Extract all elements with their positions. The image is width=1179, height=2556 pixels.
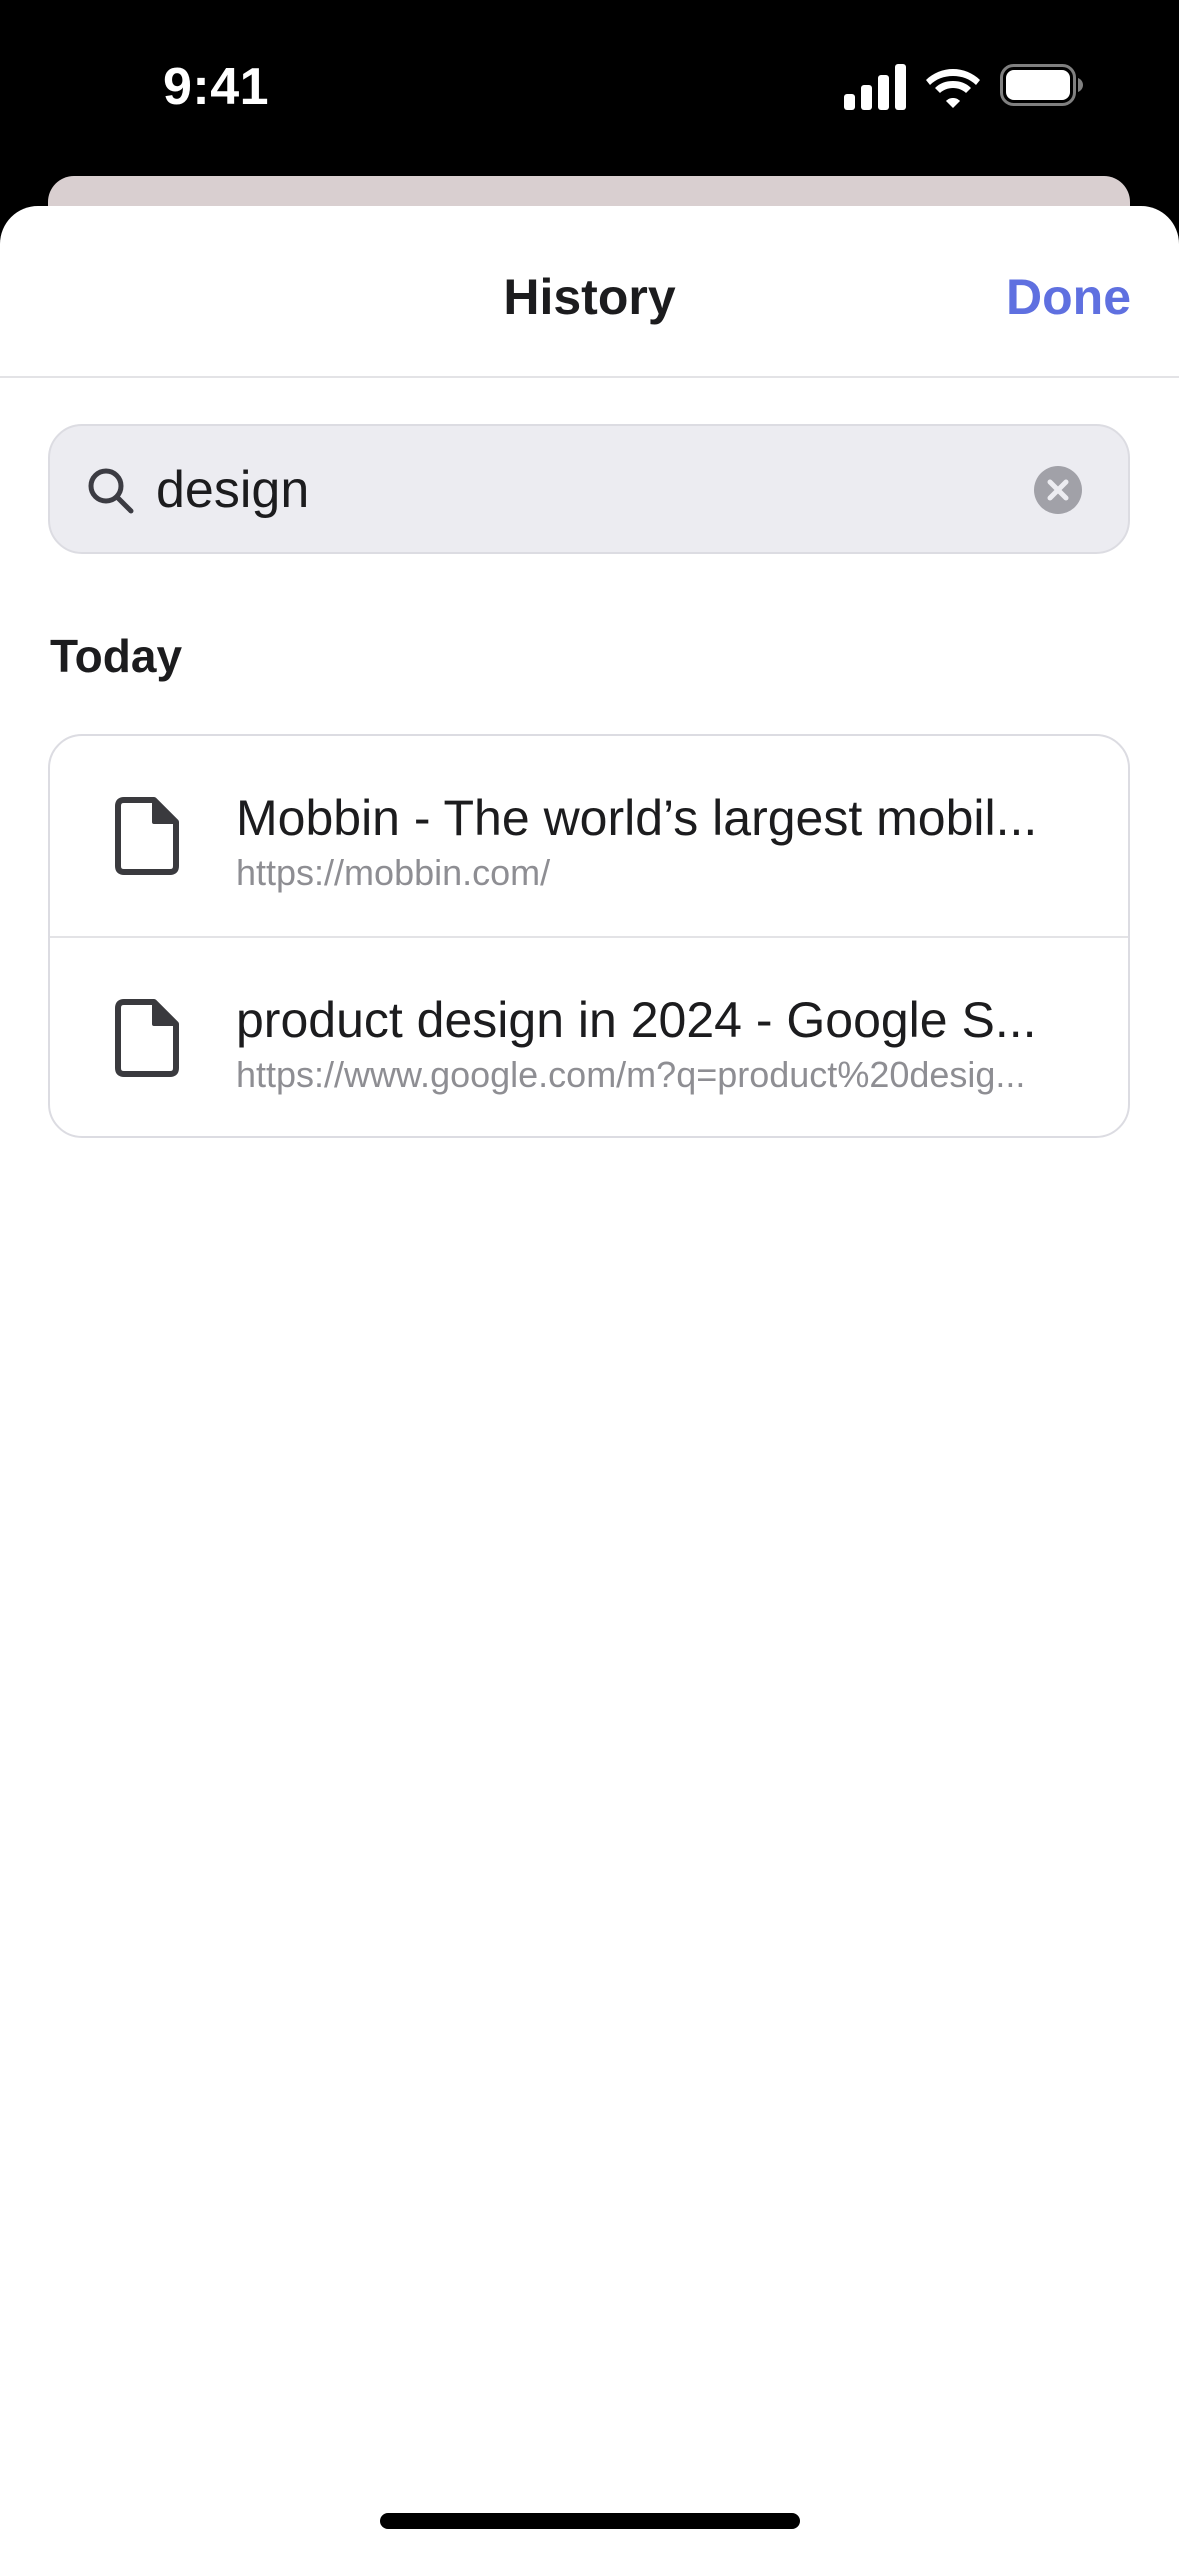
battery-icon xyxy=(1000,64,1084,111)
home-indicator[interactable] xyxy=(380,2513,800,2529)
status-bar: 9:41 xyxy=(0,0,1179,176)
document-icon xyxy=(114,796,180,876)
history-item-url: https://mobbin.com/ xyxy=(236,852,551,893)
search-icon xyxy=(86,466,136,516)
document-icon xyxy=(114,998,180,1078)
wifi-icon xyxy=(926,64,980,113)
history-item-title: Mobbin - The world’s largest mobil... xyxy=(236,790,1038,846)
cellular-signal-icon xyxy=(844,64,906,115)
search-field[interactable] xyxy=(48,424,1130,554)
history-item[interactable]: Mobbin - The world’s largest mobil... ht… xyxy=(50,736,1128,938)
search-input[interactable] xyxy=(156,450,1036,530)
status-time: 9:41 xyxy=(163,58,270,116)
history-list: Mobbin - The world’s largest mobil... ht… xyxy=(48,734,1130,1138)
done-button[interactable]: Done xyxy=(1006,262,1131,332)
history-item[interactable]: product design in 2024 - Google S... htt… xyxy=(50,938,1128,1136)
section-header-today: Today xyxy=(50,630,183,682)
history-item-title: product design in 2024 - Google S... xyxy=(236,992,1037,1048)
history-item-url: https://www.google.com/m?q=product%20des… xyxy=(236,1054,1026,1095)
page-title: History xyxy=(503,269,676,325)
clear-icon[interactable] xyxy=(1034,466,1082,514)
status-icons xyxy=(844,64,1084,112)
header-divider xyxy=(0,376,1179,378)
history-sheet: History Done Today xyxy=(0,206,1179,2556)
